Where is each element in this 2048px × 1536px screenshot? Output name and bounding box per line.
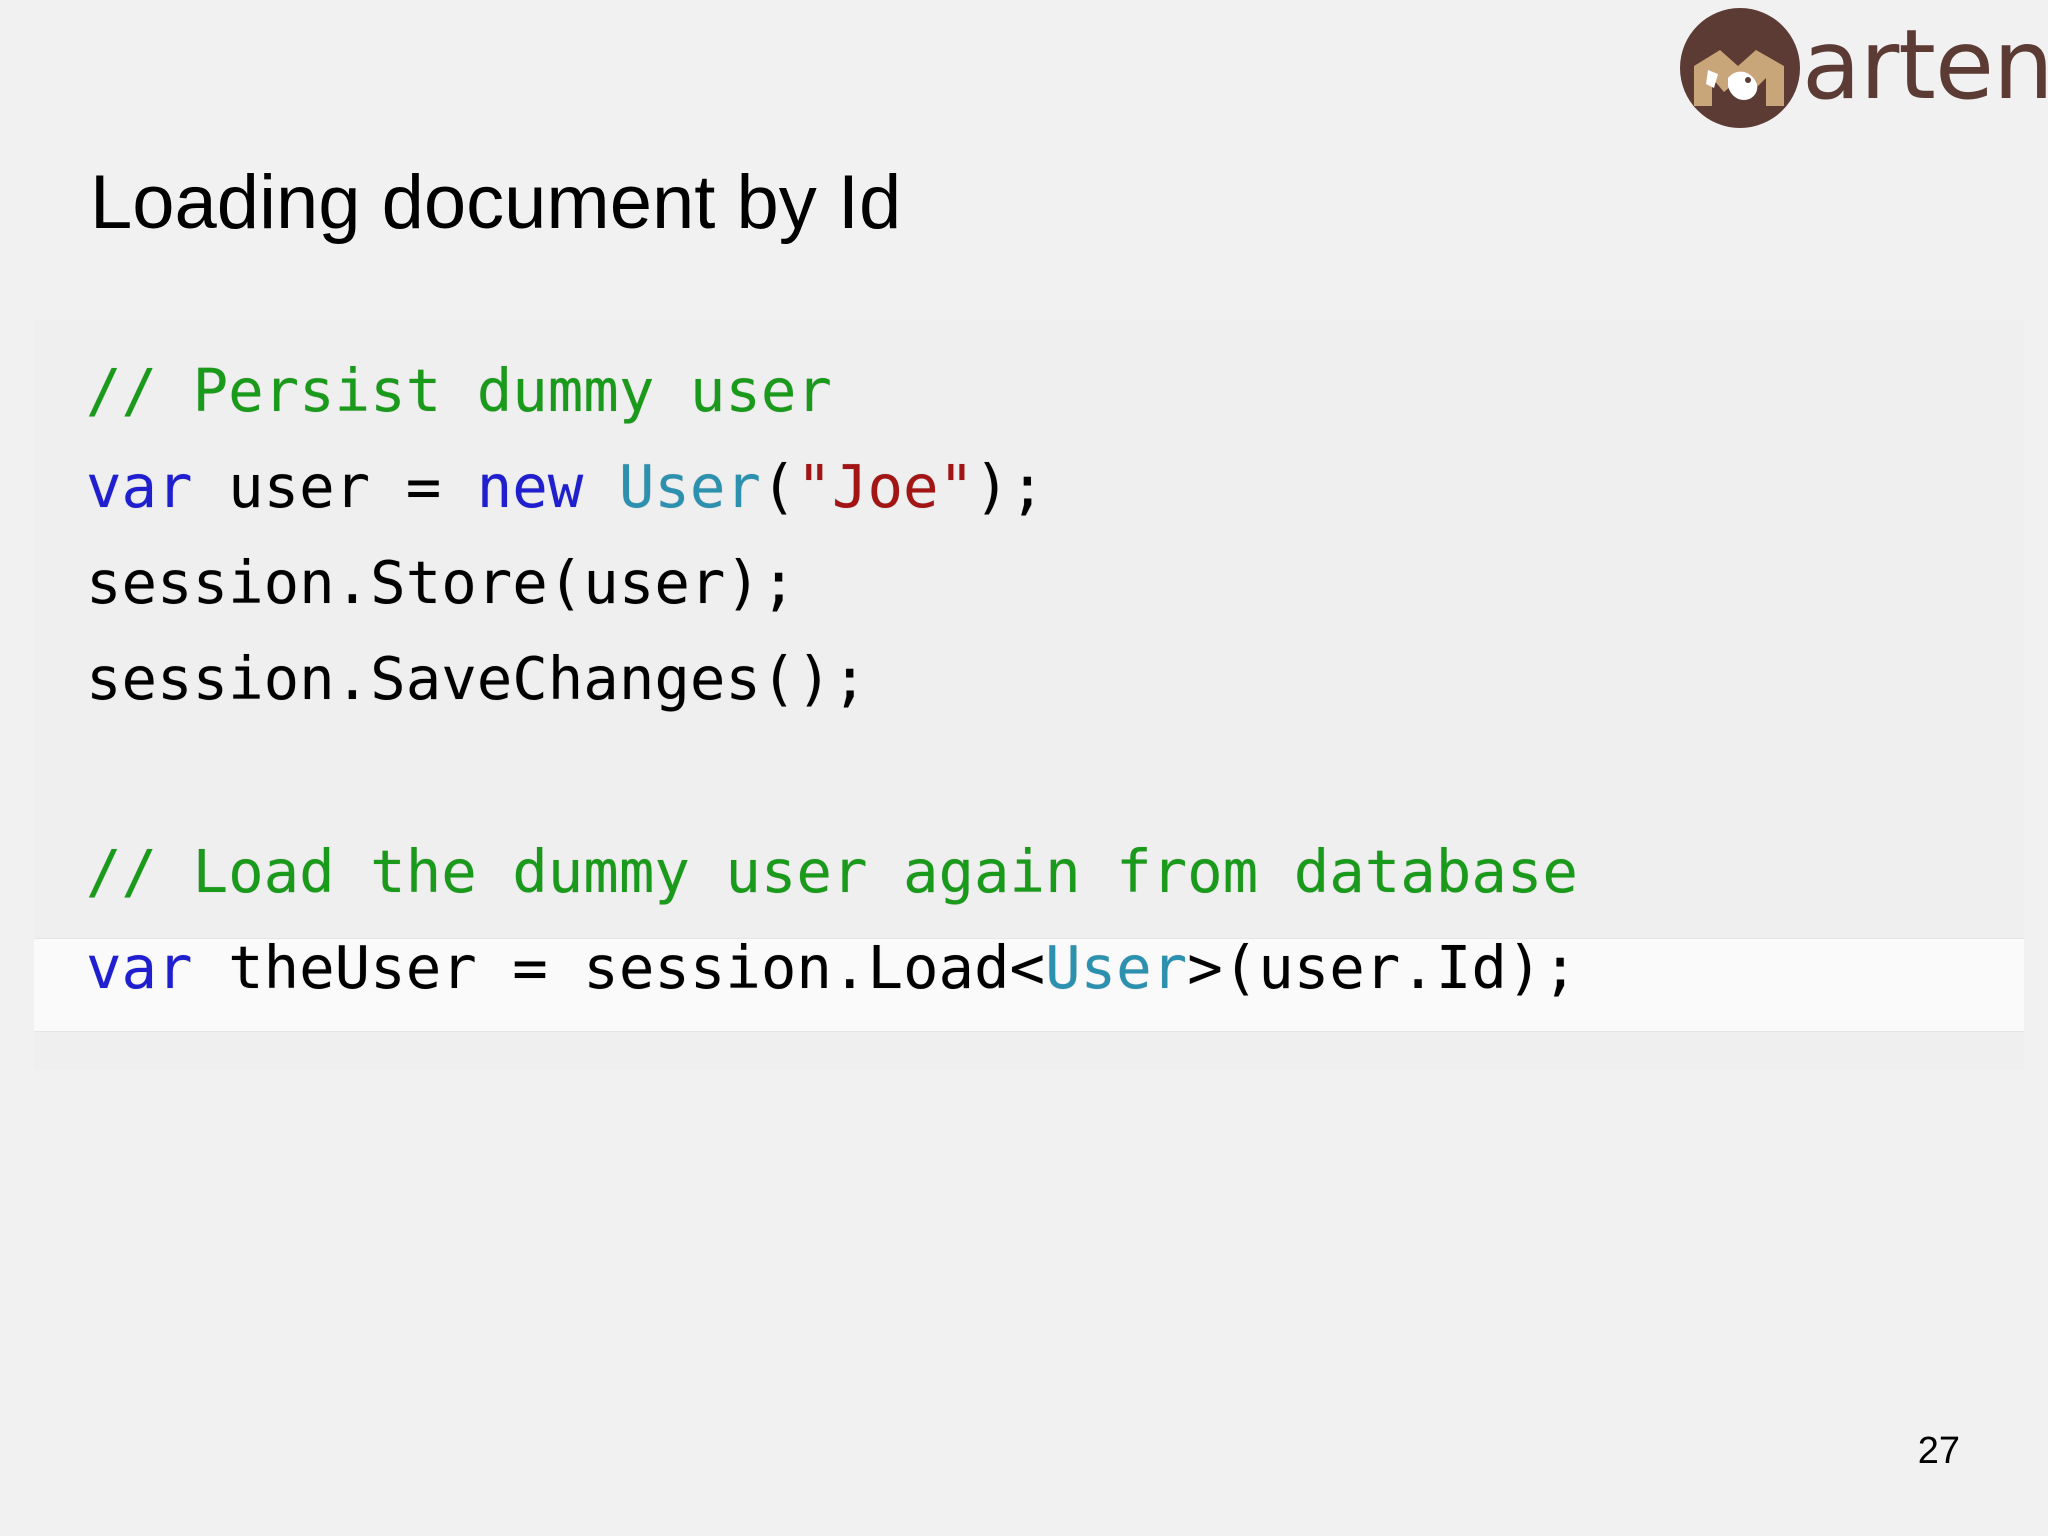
code-string: "Joe" bbox=[796, 452, 975, 521]
code-paren: ( bbox=[760, 452, 797, 521]
code-line-2: var user = new User("Joe"); bbox=[86, 442, 1045, 532]
code-comment: // Load the dummy user again from databa… bbox=[86, 837, 1578, 906]
code-line-1: // Persist dummy user bbox=[86, 346, 832, 436]
code-statement: session.Store(user); bbox=[86, 548, 797, 617]
code-block: // Persist dummy user var user = new Use… bbox=[34, 320, 2024, 1070]
slide-title: Loading document by Id bbox=[90, 160, 902, 245]
code-line-6: // Load the dummy user again from databa… bbox=[86, 827, 1578, 917]
code-line-7: var theUser = session.Load<User>(user.Id… bbox=[86, 923, 1578, 1013]
code-paren: ); bbox=[974, 452, 1046, 521]
code-identifier: theUser = session.Load< bbox=[192, 933, 1046, 1002]
marten-logo: arten bbox=[1680, 8, 2048, 128]
code-identifier: user = bbox=[192, 452, 477, 521]
code-statement: session.SaveChanges(); bbox=[86, 644, 868, 713]
logo-wordmark: arten bbox=[1802, 9, 2048, 121]
code-keyword: var bbox=[86, 933, 193, 1002]
code-line-3: session.Store(user); bbox=[86, 538, 796, 628]
page-number: 27 bbox=[1917, 1430, 1960, 1472]
code-keyword: var bbox=[86, 452, 193, 521]
code-type: User bbox=[1045, 933, 1188, 1002]
code-keyword: new bbox=[476, 452, 584, 521]
code-line-4: session.SaveChanges(); bbox=[86, 634, 867, 724]
code-comment: // Persist dummy user bbox=[86, 356, 832, 425]
code-type: User bbox=[618, 452, 761, 521]
code-identifier: >(user.Id); bbox=[1187, 933, 1578, 1002]
marten-animal-icon bbox=[1680, 8, 1800, 128]
